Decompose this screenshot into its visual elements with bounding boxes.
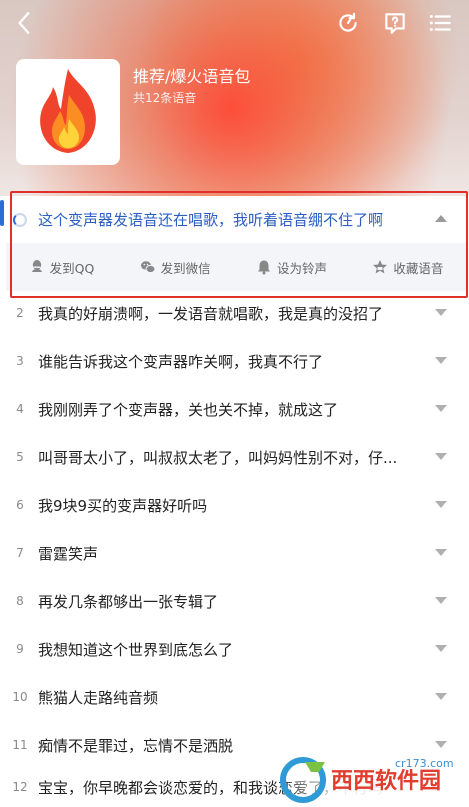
help-icon — [385, 13, 405, 34]
set-ringtone-button[interactable]: 设为铃声 — [256, 258, 327, 277]
list-item[interactable]: 9 我想知道这个世界到底怎么了 — [0, 625, 469, 673]
list-menu-icon — [429, 14, 451, 32]
help-button[interactable] — [380, 8, 410, 38]
item-number: 5 — [16, 450, 24, 464]
item-text: 再发几条都够出一张专辑了 — [38, 592, 219, 611]
item-number: 2 — [16, 306, 24, 320]
item-text: 雷霆笑声 — [38, 544, 99, 563]
item-text: 我真的好崩溃啊，一发语音就唱歌，我是真的没招了 — [38, 304, 384, 323]
list-item[interactable]: 3 谁能告诉我这个变声器咋关啊，我真不行了 — [0, 337, 469, 385]
active-voice-item: 这个变声器发语音还在唱歌，我听着语音绷不住了啊 发到QQ 发到微信 设为铃声 收… — [0, 196, 469, 300]
pack-header: 推荐/爆火语音包 共12条语音 — [0, 0, 469, 196]
chevron-down-icon[interactable] — [433, 691, 449, 703]
favorite-voice-button[interactable]: 收藏语音 — [372, 258, 443, 277]
chevron-down-icon[interactable] — [433, 451, 449, 463]
item-number: 7 — [16, 546, 24, 560]
chevron-down-icon[interactable] — [433, 355, 449, 367]
item-number: 10 — [12, 690, 28, 704]
item-number: 4 — [16, 402, 24, 416]
chevron-down-icon[interactable] — [433, 499, 449, 511]
favorite-voice-label: 收藏语音 — [393, 260, 444, 276]
chevron-down-icon[interactable] — [433, 595, 449, 607]
playing-indicator — [0, 200, 4, 226]
item-number: 3 — [16, 354, 24, 368]
chevron-down-icon[interactable] — [433, 403, 449, 415]
send-to-qq-label: 发到QQ — [49, 260, 95, 276]
refresh-icon — [339, 12, 357, 32]
item-number: 11 — [12, 738, 28, 752]
top-bar — [0, 0, 469, 46]
voice-action-bar: 发到QQ 发到微信 设为铃声 收藏语音 — [6, 243, 466, 291]
list-item[interactable]: 4 我刚刚弄了个变声器，关也关不掉，就成这了 — [0, 385, 469, 433]
item-number: 12 — [12, 780, 28, 794]
qq-icon — [31, 260, 42, 272]
list-item[interactable]: 2 我真的好崩溃啊，一发语音就唱歌，我是真的没招了 — [0, 289, 469, 337]
active-voice-row[interactable]: 这个变声器发语音还在唱歌，我听着语音绷不住了啊 — [0, 196, 469, 242]
set-ringtone-label: 设为铃声 — [276, 260, 327, 276]
item-text: 熊猫人走路纯音频 — [38, 688, 159, 707]
send-to-wechat-button[interactable]: 发到微信 — [140, 258, 211, 277]
list-item[interactable]: 10 熊猫人走路纯音频 — [0, 673, 469, 721]
item-number: 6 — [16, 498, 24, 512]
back-arrow-icon — [18, 12, 30, 34]
list-item[interactable]: 5 叫哥哥太小了，叫叔叔太老了，叫妈妈性别不对，仔... — [0, 433, 469, 481]
item-text: 我刚刚弄了个变声器，关也关不掉，就成这了 — [38, 400, 339, 419]
menu-button[interactable] — [425, 8, 455, 38]
pack-count: 共12条语音 — [133, 91, 197, 105]
loading-spinner-icon — [13, 213, 27, 227]
item-text: 叫哥哥太小了，叫叔叔太老了，叫妈妈性别不对，仔... — [38, 448, 398, 467]
star-icon — [373, 260, 388, 274]
pack-title: 推荐/爆火语音包 — [133, 67, 251, 86]
item-text: 痴情不是罪过，忘情不是洒脱 — [38, 736, 234, 755]
refresh-button[interactable] — [333, 8, 363, 38]
watermark-url: cr173.com — [395, 757, 454, 770]
bell-icon — [257, 260, 270, 275]
item-text: 谁能告诉我这个变声器咋关啊，我真不行了 — [38, 352, 324, 371]
active-voice-text: 这个变声器发语音还在唱歌，我听着语音绷不住了啊 — [38, 211, 384, 229]
item-number: 8 — [16, 594, 24, 608]
send-to-wechat-label: 发到微信 — [160, 260, 211, 276]
chevron-down-icon[interactable] — [433, 307, 449, 319]
pack-cover — [16, 59, 120, 165]
back-button[interactable] — [10, 8, 40, 38]
item-text: 我想知道这个世界到底怎么了 — [38, 640, 234, 659]
chevron-down-icon[interactable] — [433, 643, 449, 655]
fire-icon — [40, 69, 96, 153]
chevron-down-icon[interactable] — [433, 547, 449, 559]
wechat-icon — [140, 261, 156, 274]
watermark-logo: 西西软件园 cr173.com — [275, 750, 469, 807]
item-text: 我9块9买的变声器好听吗 — [38, 496, 208, 515]
chevron-up-icon[interactable] — [433, 212, 449, 224]
item-number: 9 — [16, 642, 24, 656]
send-to-qq-button[interactable]: 发到QQ — [29, 258, 95, 277]
watermark-brand: 西西软件园 — [331, 768, 441, 794]
list-item[interactable]: 6 我9块9买的变声器好听吗 — [0, 481, 469, 529]
list-item[interactable]: 8 再发几条都够出一张专辑了 — [0, 577, 469, 625]
list-item[interactable]: 7 雷霆笑声 — [0, 529, 469, 577]
